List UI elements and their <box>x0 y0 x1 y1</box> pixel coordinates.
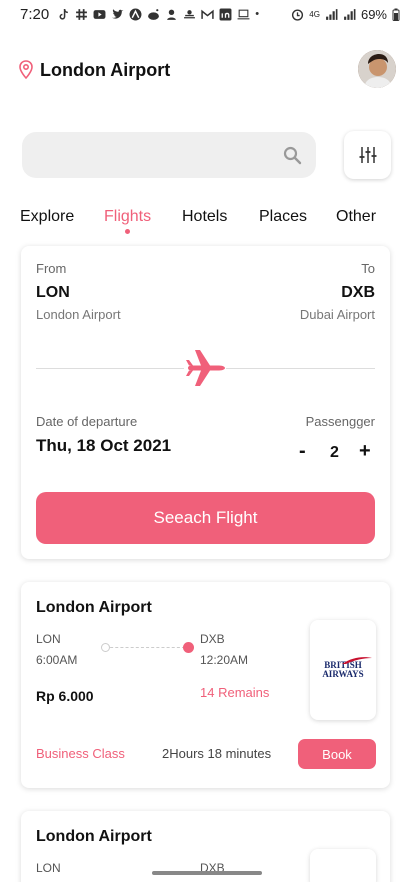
current-location[interactable]: London Airport <box>40 60 170 81</box>
destination-dot <box>183 642 194 653</box>
twitter-icon <box>112 8 124 19</box>
passenger-decrement-button[interactable]: - <box>299 440 306 463</box>
tab-hotels[interactable]: Hotels <box>182 208 227 226</box>
airline-logo: BRITISH AIRWAYS <box>310 620 376 720</box>
active-tab-indicator <box>125 229 130 234</box>
to-airport-name: Dubai Airport <box>299 307 375 322</box>
to-code[interactable]: DXB <box>341 284 375 302</box>
youtube-icon <box>93 9 106 19</box>
search-icon[interactable] <box>282 145 302 165</box>
result-title: London Airport <box>36 828 152 845</box>
flight-search-card: From To LON DXB London Airport Dubai Air… <box>21 246 390 559</box>
filter-button[interactable] <box>344 131 391 179</box>
app-icon <box>129 8 142 20</box>
passenger-label: Passengger <box>305 414 375 429</box>
origin-dot <box>101 643 110 652</box>
route-dashline <box>105 647 185 648</box>
sliders-icon <box>359 147 376 163</box>
alarm-icon <box>292 8 304 21</box>
system-status: 4G 69% <box>291 7 400 22</box>
date-label: Date of departure <box>36 414 138 429</box>
tab-places[interactable]: Places <box>259 208 307 226</box>
airline-name-line2: AIRWAYS <box>322 669 364 679</box>
from-airport-name: London Airport <box>36 307 121 322</box>
to-label: To <box>361 261 375 276</box>
tab-explore[interactable]: Explore <box>20 208 74 226</box>
battery-icon <box>392 8 400 21</box>
passenger-count: 2 <box>330 444 339 461</box>
avatar-image <box>358 50 396 88</box>
result-to-code: DXB <box>200 632 225 646</box>
result-price: Rp 6.000 <box>36 688 94 704</box>
book-button[interactable]: Book <box>298 739 376 769</box>
location-pin-icon <box>19 60 33 80</box>
tab-other[interactable]: Other <box>336 208 376 226</box>
airplane-icon <box>184 350 226 386</box>
gmail-icon <box>201 9 214 19</box>
flight-result-card[interactable]: London Airport LON DXB 6:00AM 12:20AM Rp… <box>21 582 390 788</box>
passenger-increment-button[interactable]: + <box>359 440 371 463</box>
depart-time: 6:00AM <box>36 653 78 667</box>
tab-flights[interactable]: Flights <box>104 208 151 226</box>
reddit-icon <box>148 8 160 20</box>
laptop-icon <box>237 9 250 19</box>
result-from-code: LON <box>36 632 61 646</box>
airline-swoosh-icon <box>342 657 372 664</box>
status-bar: 7:20 • 4G 69% <box>0 0 412 28</box>
result-from-code: LON <box>36 861 61 875</box>
status-time: 7:20 <box>20 5 50 23</box>
departure-date[interactable]: Thu, 18 Oct 2021 <box>36 436 171 456</box>
seats-remaining: 14 Remains <box>200 685 270 700</box>
tiktok-icon <box>59 8 69 20</box>
notification-icons: • <box>57 8 259 21</box>
avatar[interactable] <box>358 50 396 88</box>
category-tabs: Explore Flights Hotels Places Other <box>20 206 392 236</box>
linkedin-icon <box>219 8 232 20</box>
seat-class: Business Class <box>36 746 125 761</box>
from-label: From <box>36 261 67 276</box>
search-input[interactable] <box>22 132 316 178</box>
arrive-time: 12:20AM <box>200 653 249 667</box>
signal2-icon <box>344 8 356 20</box>
from-code[interactable]: LON <box>36 284 70 302</box>
app2-icon <box>167 9 177 20</box>
flight-duration: 2Hours 18 minutes <box>162 746 272 761</box>
airline-logo <box>310 849 376 882</box>
slack-icon <box>76 8 88 20</box>
home-indicator[interactable] <box>152 871 262 875</box>
more-dot: • <box>255 8 260 20</box>
weather-icon <box>184 9 196 18</box>
network-type: 4G <box>309 9 320 19</box>
search-flight-button[interactable]: Seeach Flight <box>36 492 375 544</box>
result-title: London Airport <box>36 599 152 616</box>
signal-icon <box>326 8 338 20</box>
header: London Airport <box>18 50 396 90</box>
battery-level: 69% <box>360 6 387 22</box>
